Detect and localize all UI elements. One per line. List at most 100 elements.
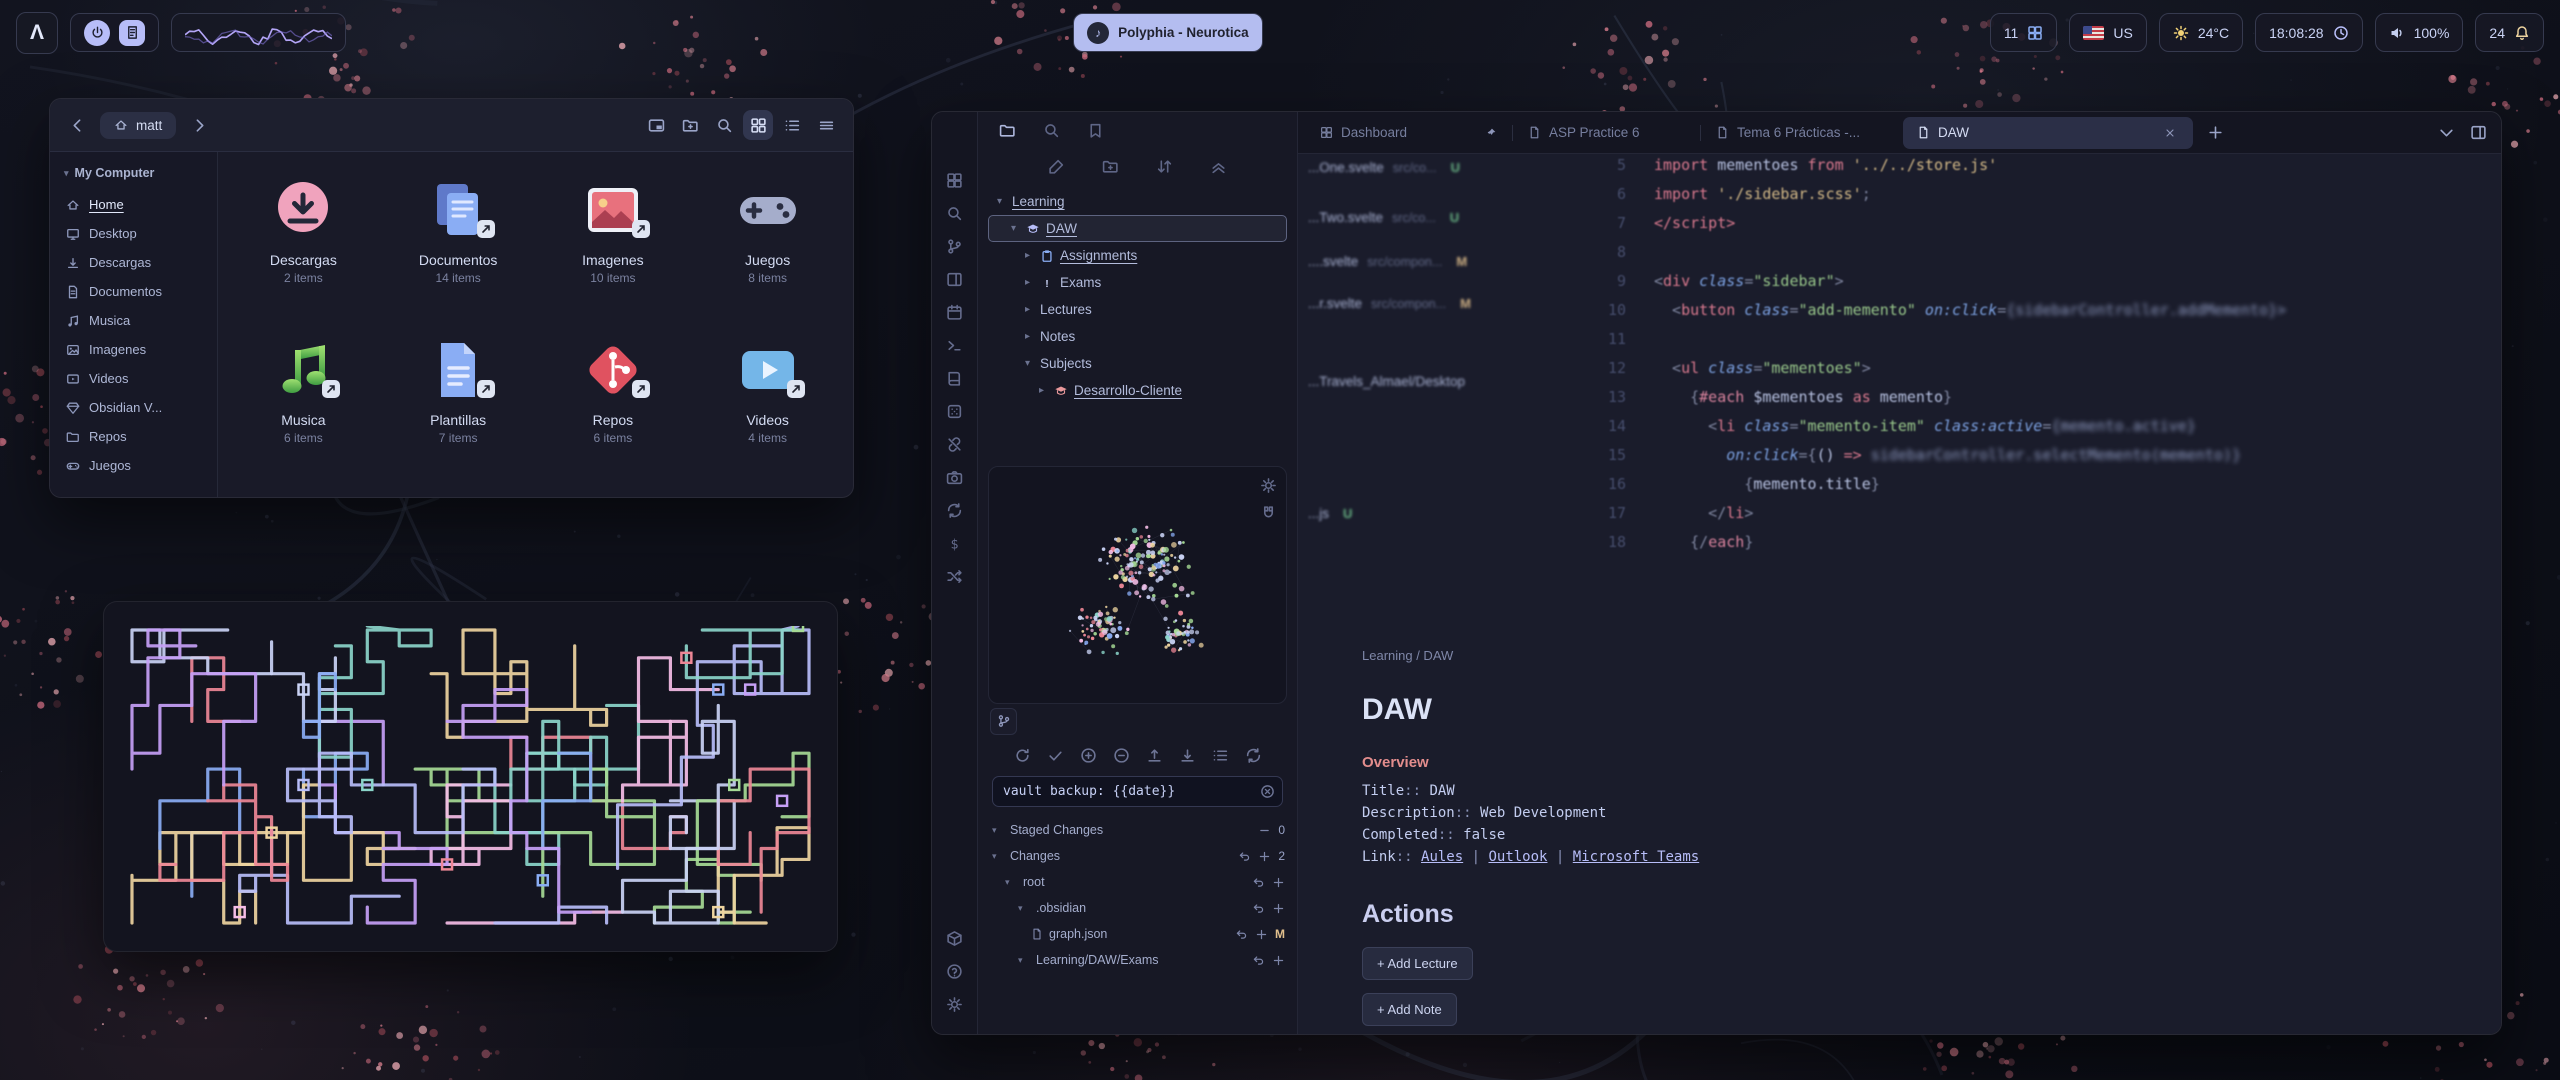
git-download-button[interactable]	[1175, 743, 1200, 768]
git-check-button[interactable]	[1043, 743, 1068, 768]
sidebar-item-musica[interactable]: Musica	[58, 306, 209, 335]
clock-widget[interactable]: 18:08:28	[2255, 13, 2363, 52]
sidetab-search-button[interactable]	[1036, 116, 1066, 146]
sidetab-folder-button[interactable]	[992, 116, 1022, 146]
ribbon-shuffle-button[interactable]	[939, 560, 971, 592]
keyboard-widget[interactable]: US	[2069, 13, 2146, 52]
workspaces-widget[interactable]: 11	[1990, 13, 2058, 52]
commit-message-input[interactable]	[992, 776, 1283, 807]
folder-imagenes[interactable]: Imagenes10 items	[536, 166, 691, 326]
ribbon-gear-button[interactable]	[939, 988, 971, 1020]
breadcrumb[interactable]: matt	[100, 112, 176, 139]
field-link-microsoft-teams[interactable]: Microsoft Teams	[1573, 849, 1699, 865]
list-button[interactable]	[777, 110, 807, 140]
launcher-button[interactable]: Λ	[16, 12, 58, 54]
grid-button[interactable]	[743, 110, 773, 140]
power-button[interactable]	[84, 20, 110, 46]
git-refresh-button[interactable]	[1010, 743, 1035, 768]
tree-item-notes[interactable]: ▸Notes	[988, 323, 1287, 350]
tree-item-learning[interactable]: ▾Learning	[988, 188, 1287, 215]
tab-list-button[interactable]	[2431, 118, 2461, 148]
sidebar-item-documentos[interactable]: Documentos	[58, 277, 209, 306]
tree-item-exams[interactable]: ▸!Exams	[988, 269, 1287, 296]
forward-button[interactable]	[184, 110, 214, 140]
git-row-changes[interactable]: ▾Changes2	[990, 843, 1285, 869]
ribbon-book-button[interactable]	[939, 362, 971, 394]
git-row-learning-daw-exams[interactable]: ▾Learning/DAW/Exams	[990, 947, 1285, 973]
folder-musica[interactable]: Musica6 items	[226, 326, 381, 486]
graph-settings-button[interactable]	[1256, 473, 1280, 497]
tree-item-desarrollo-cliente[interactable]: ▸Desarrollo-Cliente	[988, 377, 1287, 404]
toggle-right-sidebar-button[interactable]	[2463, 118, 2493, 148]
ribbon-link-off-button[interactable]	[939, 428, 971, 460]
sidebar-item-obsidian-v[interactable]: Obsidian V...	[58, 393, 209, 422]
folder-documentos[interactable]: Documentos14 items	[381, 166, 536, 326]
sidebar-item-descargas[interactable]: Descargas	[58, 248, 209, 277]
action-button-add-note[interactable]: + Add Note	[1362, 993, 1457, 1026]
git-row-graph-json[interactable]: graph.jsonM	[990, 921, 1285, 947]
field-link-outlook[interactable]: Outlook	[1488, 849, 1547, 865]
git-sync-button[interactable]	[1241, 743, 1266, 768]
tree-item-assignments[interactable]: ▸Assignments	[988, 242, 1287, 269]
git-plus-circle-button[interactable]	[1076, 743, 1101, 768]
folder-videos[interactable]: Videos4 items	[690, 326, 845, 486]
sidetab-bookmark-button[interactable]	[1080, 116, 1110, 146]
tab-daw[interactable]: DAW	[1903, 117, 2193, 149]
tree-item-lectures[interactable]: ▸Lectures	[988, 296, 1287, 323]
action-button-add-lecture[interactable]: + Add Lecture	[1362, 947, 1473, 980]
tab-tema-6-pr-cticas[interactable]: Tema 6 Prácticas -...	[1702, 117, 1902, 149]
ribbon-calendar-button[interactable]	[939, 296, 971, 328]
graph-pin-button[interactable]	[1256, 501, 1280, 525]
tab-asp-practice-6[interactable]: ASP Practice 6	[1514, 117, 1699, 149]
sidebar-item-home[interactable]: Home	[58, 190, 209, 219]
new-folder-button[interactable]	[675, 110, 705, 140]
ribbon-git-branch-button[interactable]	[939, 230, 971, 262]
tree-item-daw[interactable]: ▾DAW	[988, 215, 1287, 242]
field-link-aules[interactable]: Aules	[1421, 849, 1463, 865]
ribbon-dice-button[interactable]	[939, 395, 971, 427]
sidebar-item-repos[interactable]: Repos	[58, 422, 209, 451]
ribbon-layout-grid-button[interactable]	[939, 164, 971, 196]
ribbon-search-button[interactable]	[939, 197, 971, 229]
notifications-widget[interactable]: 24	[2475, 13, 2544, 52]
sidebar-item-imagenes[interactable]: Imagenes	[58, 335, 209, 364]
ribbon-dollar-button[interactable]: $	[939, 527, 971, 559]
ribbon-layout-button[interactable]	[939, 263, 971, 295]
back-button[interactable]	[62, 110, 92, 140]
git-panel-button[interactable]	[990, 708, 1017, 735]
git-row-staged-changes[interactable]: ▾Staged Changes0	[990, 817, 1285, 843]
close-tab-button[interactable]	[2161, 124, 2179, 142]
git-upload-button[interactable]	[1142, 743, 1167, 768]
git-row-root[interactable]: ▾root	[990, 869, 1285, 895]
menu-button[interactable]	[811, 110, 841, 140]
ribbon-help-button[interactable]	[939, 955, 971, 987]
graph-view[interactable]	[989, 467, 1286, 703]
volume-widget[interactable]: 100%	[2375, 13, 2464, 52]
notes-button[interactable]	[119, 20, 145, 46]
git-row-obsidian[interactable]: ▾.obsidian	[990, 895, 1285, 921]
folder-plantillas[interactable]: Plantillas7 items	[381, 326, 536, 486]
sidebar-item-videos[interactable]: Videos	[58, 364, 209, 393]
new-folder-button[interactable]	[1099, 154, 1123, 178]
collapse-button[interactable]	[1207, 154, 1231, 178]
sidebar-item-juegos[interactable]: Juegos	[58, 451, 209, 480]
weather-widget[interactable]: 24°C	[2159, 13, 2243, 52]
git-minus-circle-button[interactable]	[1109, 743, 1134, 768]
search-button[interactable]	[709, 110, 739, 140]
sort-button[interactable]	[1153, 154, 1177, 178]
tree-item-subjects[interactable]: ▾Subjects	[988, 350, 1287, 377]
ribbon-terminal-button[interactable]	[939, 329, 971, 361]
ribbon-sync-button[interactable]	[939, 494, 971, 526]
clear-commit-message-button[interactable]	[1258, 782, 1277, 801]
git-list-button[interactable]	[1208, 743, 1233, 768]
pip-button[interactable]	[641, 110, 671, 140]
new-note-button[interactable]	[1045, 154, 1069, 178]
folder-repos[interactable]: Repos6 items	[536, 326, 691, 486]
folder-descargas[interactable]: Descargas2 items	[226, 166, 381, 326]
new-tab-button[interactable]	[2200, 118, 2230, 148]
ribbon-camera-button[interactable]	[939, 461, 971, 493]
ribbon-box-button[interactable]	[939, 922, 971, 954]
tab-dashboard[interactable]: Dashboard	[1306, 117, 1511, 149]
media-widget[interactable]: ♪ Polyphia - Neurotica	[1073, 13, 1263, 52]
folder-juegos[interactable]: Juegos8 items	[690, 166, 845, 326]
